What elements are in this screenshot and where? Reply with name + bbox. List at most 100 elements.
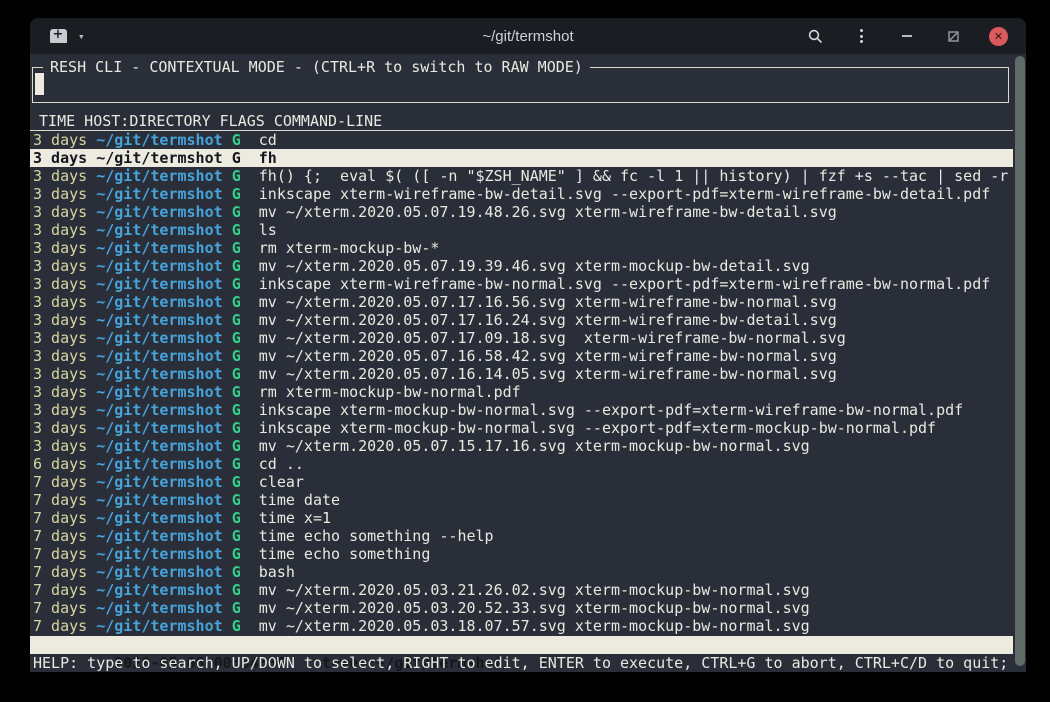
new-tab-icon xyxy=(50,29,67,43)
row-command: mv ~/xterm.2020.05.07.15.17.16.svg xterm… xyxy=(259,437,810,455)
row-command: inkscape xterm-mockup-bw-normal.svg --ex… xyxy=(259,419,936,437)
row-flags: G xyxy=(232,365,259,383)
row-flags: G xyxy=(232,239,259,257)
history-row[interactable]: 3 days ~/git/termshot G mv ~/xterm.2020.… xyxy=(30,365,1013,383)
row-time: 7 days xyxy=(33,545,96,563)
row-command: mv ~/xterm.2020.05.07.17.16.56.svg xterm… xyxy=(259,293,837,311)
row-command: rm xterm-mockup-bw-* xyxy=(259,239,440,257)
close-button[interactable]: ✕ xyxy=(989,27,1008,46)
history-row[interactable]: 7 days ~/git/termshot G mv ~/xterm.2020.… xyxy=(30,599,1013,617)
history-row[interactable]: 7 days ~/git/termshot G time echo someth… xyxy=(30,545,1013,563)
history-row[interactable]: 3 days ~/git/termshot G mv ~/xterm.2020.… xyxy=(30,203,1013,221)
row-flags: G xyxy=(232,275,259,293)
history-row[interactable]: 3 days ~/git/termshot G inkscape xterm-m… xyxy=(30,419,1013,437)
row-host-directory: ~/git/termshot xyxy=(96,275,231,293)
row-host-directory: ~/git/termshot xyxy=(96,293,231,311)
history-column-header: TIME HOST:DIRECTORY FLAGS COMMAND-LINE xyxy=(30,112,1013,131)
row-command: clear xyxy=(259,473,304,491)
row-command: cd .. xyxy=(259,455,304,473)
history-row[interactable]: 3 days ~/git/termshot G inkscape xterm-w… xyxy=(30,185,1013,203)
row-command: mv ~/xterm.2020.05.03.20.52.33.svg xterm… xyxy=(259,599,810,617)
history-row[interactable]: 3 days ~/git/termshot G inkscape xterm-w… xyxy=(30,275,1013,293)
history-row[interactable]: 7 days ~/git/termshot G time echo someth… xyxy=(30,527,1013,545)
restore-button[interactable] xyxy=(943,26,963,46)
history-row[interactable]: 3 days ~/git/termshot G ls xyxy=(30,221,1013,239)
row-command: mv ~/xterm.2020.05.07.19.48.26.svg xterm… xyxy=(259,203,837,221)
row-flags: G xyxy=(232,473,259,491)
row-time: 3 days xyxy=(33,131,96,149)
row-flags: G xyxy=(232,311,259,329)
row-command: mv ~/xterm.2020.05.03.18.07.57.svg xterm… xyxy=(259,617,810,635)
row-host-directory: ~/git/termshot xyxy=(96,329,231,347)
history-row[interactable]: 3 days ~/git/termshot G mv ~/xterm.2020.… xyxy=(30,437,1013,455)
scrollbar[interactable] xyxy=(1015,56,1025,666)
row-time: 3 days xyxy=(33,239,96,257)
row-time: 3 days xyxy=(33,275,96,293)
history-row[interactable]: 3 days ~/git/termshot G mv ~/xterm.2020.… xyxy=(30,329,1013,347)
terminal-body: RESH CLI - CONTEXTUAL MODE - (CTRL+R to … xyxy=(30,54,1026,672)
row-time: 3 days xyxy=(33,185,96,203)
row-time: 3 days xyxy=(33,329,96,347)
history-row[interactable]: 7 days ~/git/termshot G mv ~/xterm.2020.… xyxy=(30,617,1013,635)
history-row[interactable]: 7 days ~/git/termshot G time date xyxy=(30,491,1013,509)
row-time: 7 days xyxy=(33,491,96,509)
row-command: mv ~/xterm.2020.05.07.17.09.18.svg xterm… xyxy=(259,329,846,347)
row-flags: G xyxy=(232,221,259,239)
row-flags: G xyxy=(232,527,259,545)
history-row[interactable]: 7 days ~/git/termshot G time x=1 xyxy=(30,509,1013,527)
row-command: bash xyxy=(259,563,295,581)
row-host-directory: ~/git/termshot xyxy=(96,149,231,167)
row-command: time date xyxy=(259,491,340,509)
row-flags: G xyxy=(232,509,259,527)
resh-search-input[interactable]: RESH CLI - CONTEXTUAL MODE - (CTRL+R to … xyxy=(32,67,1009,103)
row-flags: G xyxy=(232,455,259,473)
row-host-directory: ~/git/termshot xyxy=(96,311,231,329)
row-host-directory: ~/git/termshot xyxy=(96,257,231,275)
row-host-directory: ~/git/termshot xyxy=(96,221,231,239)
row-time: 7 days xyxy=(33,563,96,581)
row-command: mv ~/xterm.2020.05.07.16.14.05.svg xterm… xyxy=(259,365,837,383)
row-host-directory: ~/git/termshot xyxy=(96,185,231,203)
row-flags: G xyxy=(232,203,259,221)
history-row[interactable]: 7 days ~/git/termshot G mv ~/xterm.2020.… xyxy=(30,581,1013,599)
row-command: inkscape xterm-mockup-bw-normal.svg --ex… xyxy=(259,401,963,419)
history-row[interactable]: 3 days ~/git/termshot G fh() {; eval $( … xyxy=(30,167,1013,185)
row-time: 7 days xyxy=(33,617,96,635)
history-row[interactable]: 3 days ~/git/termshot G mv ~/xterm.2020.… xyxy=(30,311,1013,329)
row-command: fh xyxy=(259,149,277,167)
minimize-button[interactable] xyxy=(897,26,917,46)
row-command: fh() {; eval $( ([ -n "$ZSH_NAME" ] && f… xyxy=(259,167,1009,185)
history-row[interactable]: 3 days ~/git/termshot G fh xyxy=(30,149,1013,167)
row-flags: G xyxy=(232,617,259,635)
history-row[interactable]: 3 days ~/git/termshot G mv ~/xterm.2020.… xyxy=(30,257,1013,275)
titlebar: ▾ ~/git/termshot xyxy=(30,18,1026,54)
history-row[interactable]: 3 days ~/git/termshot G mv ~/xterm.2020.… xyxy=(30,293,1013,311)
row-command: time echo something --help xyxy=(259,527,494,545)
text-cursor xyxy=(35,73,44,95)
help-bar: HELP: type to search, UP/DOWN to select,… xyxy=(30,654,1013,672)
row-time: 3 days xyxy=(33,221,96,239)
history-row[interactable]: 3 days ~/git/termshot G cd xyxy=(30,131,1013,149)
row-command: time x=1 xyxy=(259,509,331,527)
row-command: inkscape xterm-wireframe-bw-detail.svg -… xyxy=(259,185,991,203)
row-host-directory: ~/git/termshot xyxy=(96,545,231,563)
row-time: 3 days xyxy=(33,437,96,455)
history-row[interactable]: 7 days ~/git/termshot G clear xyxy=(30,473,1013,491)
search-button[interactable] xyxy=(805,26,825,46)
row-flags: G xyxy=(232,257,259,275)
row-flags: G xyxy=(232,293,259,311)
row-host-directory: ~/git/termshot xyxy=(96,455,231,473)
row-flags: G xyxy=(232,347,259,365)
history-row[interactable]: 7 days ~/git/termshot G bash xyxy=(30,563,1013,581)
row-flags: G xyxy=(232,131,259,149)
history-row[interactable]: 3 days ~/git/termshot G rm xterm-mockup-… xyxy=(30,239,1013,257)
menu-button[interactable] xyxy=(851,26,871,46)
history-row[interactable]: 3 days ~/git/termshot G mv ~/xterm.2020.… xyxy=(30,347,1013,365)
history-row[interactable]: 3 days ~/git/termshot G rm xterm-mockup-… xyxy=(30,383,1013,401)
chevron-down-icon[interactable]: ▾ xyxy=(78,31,85,42)
new-tab-button[interactable] xyxy=(48,27,68,45)
history-row[interactable]: 3 days ~/git/termshot G inkscape xterm-m… xyxy=(30,401,1013,419)
row-host-directory: ~/git/termshot xyxy=(96,365,231,383)
kebab-menu-icon xyxy=(860,29,863,43)
history-row[interactable]: 6 days ~/git/termshot G cd .. xyxy=(30,455,1013,473)
